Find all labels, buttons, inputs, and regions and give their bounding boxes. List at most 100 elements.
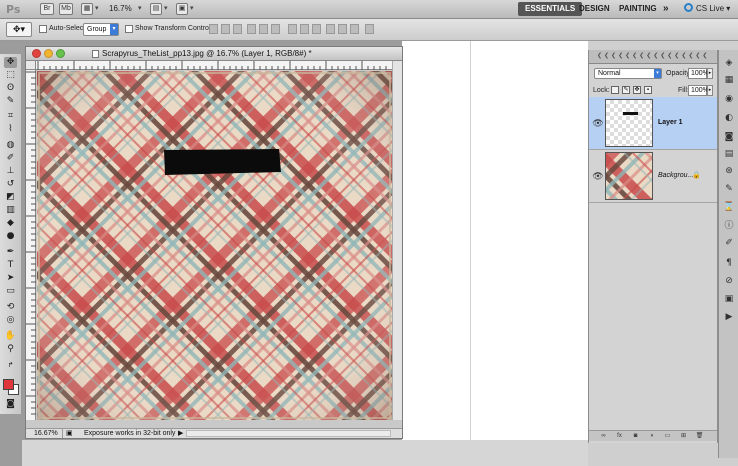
vertical-scrollbar[interactable]	[392, 61, 402, 420]
opacity-input[interactable]: 100%	[688, 68, 709, 79]
navigator-panel-icon[interactable]: ▣	[723, 294, 735, 305]
spot-heal-tool-icon[interactable]: ◍	[4, 140, 17, 151]
actions-panel-icon[interactable]: ▶	[723, 312, 735, 323]
distribute-left-icon[interactable]	[326, 24, 335, 34]
arrange-icon[interactable]: ▤	[150, 3, 162, 15]
channels-panel-icon[interactable]: ⊛	[723, 166, 735, 177]
align-hcenter-icon[interactable]	[259, 24, 268, 34]
pen-tool-icon[interactable]: ✒	[4, 247, 17, 258]
close-button[interactable]	[32, 49, 41, 58]
view-extras-icon[interactable]: ▦	[81, 3, 93, 15]
panel-tab-strip[interactable]: ❮❮❮❮❮❮❮❮❮❮❮❮❮❮❮❮	[589, 50, 717, 64]
cs-live-button[interactable]: CS Live ▾	[684, 3, 730, 13]
clone-source-panel-icon[interactable]: ⊘	[723, 276, 735, 287]
link-layers-icon[interactable]: ∞	[599, 432, 608, 440]
distribute-hcenter-icon[interactable]	[338, 24, 347, 34]
bridge-icon[interactable]: Br	[40, 3, 54, 15]
type-tool-icon[interactable]: T	[4, 260, 17, 271]
3d-orbit-tool-icon[interactable]: ◎	[4, 315, 17, 326]
align-left-icon[interactable]	[247, 24, 256, 34]
zoom-level[interactable]: 16.7%	[109, 4, 132, 13]
lock-position-icon[interactable]: ✥	[633, 86, 641, 94]
workspace-design[interactable]: DESIGN	[572, 2, 617, 16]
chevron-down-icon[interactable]: ▾	[164, 4, 168, 12]
zoom-field[interactable]: 16.67%	[34, 429, 58, 438]
eraser-tool-icon[interactable]: ◩	[4, 192, 17, 203]
swap-colors-icon[interactable]: ↱	[4, 360, 17, 371]
quick-select-tool-icon[interactable]: ✎	[4, 96, 17, 107]
status-menu-icon[interactable]: ▣	[66, 429, 73, 438]
align-vcenter-icon[interactable]	[221, 24, 230, 34]
shape-tool-icon[interactable]: ▭	[4, 286, 17, 297]
align-top-icon[interactable]	[209, 24, 218, 34]
chevron-down-icon[interactable]: ▾	[95, 4, 99, 12]
chevron-down-icon[interactable]: ▾	[138, 4, 142, 12]
lock-all-icon[interactable]: ▪	[644, 86, 652, 94]
status-menu-arrow[interactable]: ▶	[178, 429, 183, 438]
adjustments-panel-icon[interactable]: ◐	[723, 113, 735, 124]
stamp-tool-icon[interactable]: ⊥	[4, 166, 17, 177]
layer-style-icon[interactable]: fx	[615, 432, 624, 440]
paths-panel-icon[interactable]: ✎	[723, 184, 735, 195]
crop-tool-icon[interactable]: ⌗	[4, 111, 17, 122]
align-bottom-icon[interactable]	[233, 24, 242, 34]
tool-preset-picker[interactable]: ✥▾	[6, 22, 32, 37]
auto-select-dropdown[interactable]: Group ▾	[83, 23, 119, 36]
distribute-vcenter-icon[interactable]	[300, 24, 309, 34]
info-panel-icon[interactable]: ⓘ	[723, 221, 735, 232]
history-brush-tool-icon[interactable]: ↺	[4, 179, 17, 190]
screen-mode-icon[interactable]: ▣	[176, 3, 188, 15]
blend-mode-dropdown[interactable]: Normal ▾	[594, 68, 662, 79]
opacity-slider-arrow[interactable]: ▸	[707, 68, 713, 79]
fill-input[interactable]: 100%	[688, 85, 709, 96]
black-tape-layer[interactable]	[164, 149, 281, 175]
minibridge-icon[interactable]: Mb	[59, 3, 73, 15]
eye-icon[interactable]: 👁	[592, 117, 604, 129]
adjustment-layer-icon[interactable]: ◑	[647, 432, 656, 440]
fill-slider-arrow[interactable]: ▸	[707, 85, 713, 96]
3d-rotate-tool-icon[interactable]: ⟲	[4, 302, 17, 313]
eyedropper-tool-icon[interactable]: ⌇	[4, 124, 17, 135]
image-canvas[interactable]	[37, 71, 392, 420]
eye-icon[interactable]: 👁	[592, 170, 604, 182]
foreground-color-swatch[interactable]	[3, 379, 14, 390]
horizontal-ruler[interactable]	[36, 61, 392, 70]
delete-layer-icon[interactable]: 🗑	[695, 432, 704, 440]
layer-row-layer-1[interactable]: 👁 Layer 1	[589, 97, 717, 150]
vertical-ruler[interactable]	[26, 70, 36, 420]
color-panel-icon[interactable]: ◈	[723, 58, 735, 69]
align-right-icon[interactable]	[271, 24, 280, 34]
document-title-bar[interactable]: Scrapyrus_TheList_pp13.jpg @ 16.7% (Laye…	[26, 47, 402, 61]
brush-tool-icon[interactable]: ✐	[4, 153, 17, 164]
quick-mask-icon[interactable]: ◙	[4, 399, 17, 410]
distribute-right-icon[interactable]	[350, 24, 359, 34]
hand-tool-icon[interactable]: ✋	[4, 331, 17, 342]
styles-panel-icon[interactable]: ◉	[723, 94, 735, 105]
layer-name[interactable]: Layer 1	[658, 119, 683, 126]
layers-panel-icon[interactable]: ▤	[723, 149, 735, 160]
more-workspaces-button[interactable]: »	[656, 2, 676, 16]
ruler-origin[interactable]	[26, 61, 36, 70]
marquee-tool-icon[interactable]: ⬚	[4, 70, 17, 81]
blur-tool-icon[interactable]: ◆	[4, 218, 17, 229]
swatches-panel-icon[interactable]: ▦	[723, 75, 735, 86]
show-transform-checkbox[interactable]	[125, 25, 133, 33]
brushes-panel-icon[interactable]: ✐	[723, 238, 735, 249]
path-select-tool-icon[interactable]: ➤	[4, 273, 17, 284]
minimize-button[interactable]	[44, 49, 53, 58]
new-group-icon[interactable]: ▭	[663, 432, 672, 440]
layer-row-background[interactable]: 👁 Backgrou... 🔒	[589, 150, 717, 203]
distribute-top-icon[interactable]	[288, 24, 297, 34]
new-layer-icon[interactable]: ⊞	[679, 432, 688, 440]
chevron-down-icon[interactable]: ▾	[190, 4, 194, 12]
gradient-tool-icon[interactable]: ▥	[4, 205, 17, 216]
paragraph-panel-icon[interactable]: ¶	[723, 258, 735, 269]
zoom-tool-icon[interactable]: ⚲	[4, 344, 17, 355]
history-panel-icon[interactable]: ⌛	[723, 202, 735, 213]
lock-image-icon[interactable]: ✎	[622, 86, 630, 94]
auto-select-checkbox[interactable]	[39, 25, 47, 33]
distribute-bottom-icon[interactable]	[312, 24, 321, 34]
lasso-tool-icon[interactable]: ʘ	[4, 83, 17, 94]
move-tool-icon[interactable]: ✥	[4, 57, 17, 68]
dodge-tool-icon[interactable]: ●	[4, 231, 17, 242]
